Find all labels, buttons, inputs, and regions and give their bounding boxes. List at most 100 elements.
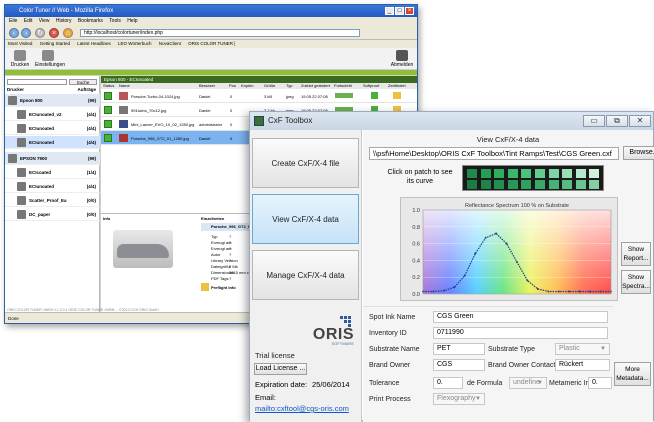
detail-value: 2 Mb [229,264,238,269]
brand-owner-field[interactable]: CGS [433,359,485,371]
color-patch[interactable] [494,180,505,189]
tree-item[interactable]: Epson 800 (99) [5,94,100,107]
menu-view[interactable]: View [39,18,50,24]
minimize-icon[interactable]: ▭ [583,115,605,127]
cell-type: jpeg [286,94,294,99]
softproof-icon[interactable] [371,92,378,99]
color-patch[interactable] [575,169,586,178]
substrate-name-field[interactable]: PET [433,343,485,355]
de-formula-select[interactable]: undefine ▼ [509,377,547,389]
preflight-icon [201,283,209,291]
back-icon[interactable]: ‹ [9,28,19,38]
substrate-type-label: Substrate Type [488,346,535,353]
color-patch[interactable] [535,180,545,189]
de-formula-label: de Formula [467,380,503,387]
certified-icon[interactable] [393,92,401,99]
url-input[interactable]: http://localhost/colortuner/index.php [80,29,360,37]
spectrum-point [463,274,466,277]
restore-icon[interactable]: ⧉ [606,115,628,127]
accent-bar [5,70,417,75]
metameric-index-field[interactable]: 0. [588,377,612,389]
menu-file[interactable]: Eile [9,18,17,24]
minimize-icon[interactable]: _ [385,7,394,15]
menu-edit[interactable]: Edit [24,18,33,24]
settings-button[interactable]: Einstellungen [35,50,65,68]
bookmark-item[interactable]: LEO Wörterbuch [118,41,152,46]
color-patch[interactable] [535,169,545,178]
maximize-icon[interactable]: □ [395,7,404,15]
detail-value: ? [229,234,232,239]
create-cxf-button[interactable]: Create CxF/X-4 file [252,138,359,188]
bookmark-item[interactable]: NovaClient [159,41,181,46]
search-button[interactable]: Suche [69,79,97,85]
window-title: Color Tuner // Web - Mozilla Firefox [19,8,114,14]
menu-history[interactable]: History [56,18,72,24]
manage-cxf-button[interactable]: Manage CxF/X-4 data [252,250,359,300]
tree-item[interactable]: ECIcoated (1/4) [5,166,100,179]
color-patch[interactable] [480,180,491,189]
menu-bookmarks[interactable]: Bookmarks [78,18,103,24]
print-process-value: Flexography [437,395,476,402]
print-process-select[interactable]: Flexography ▼ [433,393,485,405]
color-patch[interactable] [480,169,491,178]
color-patch[interactable] [562,169,573,178]
tree-item[interactable]: EPSON 7900 (99) [5,152,100,165]
browse-button[interactable]: Browse... [623,146,654,160]
stop-icon[interactable]: × [49,28,59,38]
search-input[interactable] [7,79,67,85]
print-button[interactable]: Drucken [7,50,33,68]
table-row[interactable]: Porsche-Turbo-04-1024.jpg Daniel 0 3 kB jpeg… [101,89,417,103]
menu-tools[interactable]: Tools [109,18,121,24]
tree-item[interactable]: ECIunoated (4/4) [5,180,100,193]
color-patch[interactable] [494,169,505,178]
tree-item[interactable]: ECIunoated_v2 (4/4) [5,108,100,121]
more-metadata-button[interactable]: More Metadata... [614,362,651,386]
bookmark-item[interactable]: Most Visited [8,41,32,46]
menu-help[interactable]: Help [127,18,137,24]
bookmark-item[interactable]: Getting Started [40,41,70,46]
view-cxf-button[interactable]: View CxF/X-4 data [252,194,359,244]
brand-owner-contact-field[interactable]: Rückert [555,359,610,371]
color-patch[interactable] [548,180,559,189]
email-link[interactable]: mailto:cxftool@cgs-oris.com [255,404,349,413]
color-patch[interactable] [521,169,532,178]
inventory-id-field[interactable]: 0711990 [433,327,608,339]
color-patch[interactable] [507,180,518,189]
preflight-label[interactable]: Preflight Info [211,285,236,290]
color-patch[interactable] [467,180,477,189]
chevron-down-icon: ▼ [475,396,481,402]
tolerance-field[interactable]: 0. [433,377,463,389]
tree-item-count: (1/4) [86,170,96,175]
reload-icon[interactable]: ↻ [35,28,45,38]
color-patch[interactable] [548,169,559,178]
color-patch[interactable] [467,169,477,178]
forward-icon[interactable]: › [21,28,31,38]
tree-item[interactable]: ECIunoated (4/4) [5,136,100,149]
color-patch[interactable] [562,180,573,189]
queue-icon [17,110,26,119]
bookmarks-bar: Most Visited Getting Started Latest Head… [5,40,417,48]
color-patch[interactable] [589,180,600,189]
close-icon[interactable]: ✕ [629,115,651,127]
load-license-button[interactable]: Load License ... [254,363,307,375]
color-patch[interactable] [507,169,518,178]
color-patch[interactable] [589,169,600,178]
substrate-type-select[interactable]: Plastic ▼ [555,343,610,355]
tree-item[interactable]: Scatter_Proof_Ea (0/0) [5,194,100,207]
spot-ink-name-field[interactable]: CGS Green [433,311,608,323]
color-patch[interactable] [521,180,532,189]
show-spectra-button[interactable]: Show Spectra... [621,270,651,294]
bookmark-item[interactable]: Latest Headlines [77,41,111,46]
cell-user: administrator [199,122,223,127]
logout-button[interactable]: Abmelden [389,50,415,68]
color-patch[interactable] [575,180,586,189]
tree-item[interactable]: DC_paper (0/0) [5,208,100,221]
tree-item[interactable]: ECIunoated (4/4) [5,122,100,135]
tree-item-count: (4/4) [86,126,96,131]
show-report-button[interactable]: Show Report... [621,242,651,266]
bookmark-item[interactable]: ORIS COLOR TUNER | [188,41,235,46]
close-icon[interactable]: × [405,7,414,15]
tree-item-count: (0/0) [86,212,96,217]
file-path-input[interactable]: \\psf\Home\Desktop\ORIS CxF Toolbox\Tint… [369,147,619,160]
home-icon[interactable]: ⌂ [63,28,73,38]
